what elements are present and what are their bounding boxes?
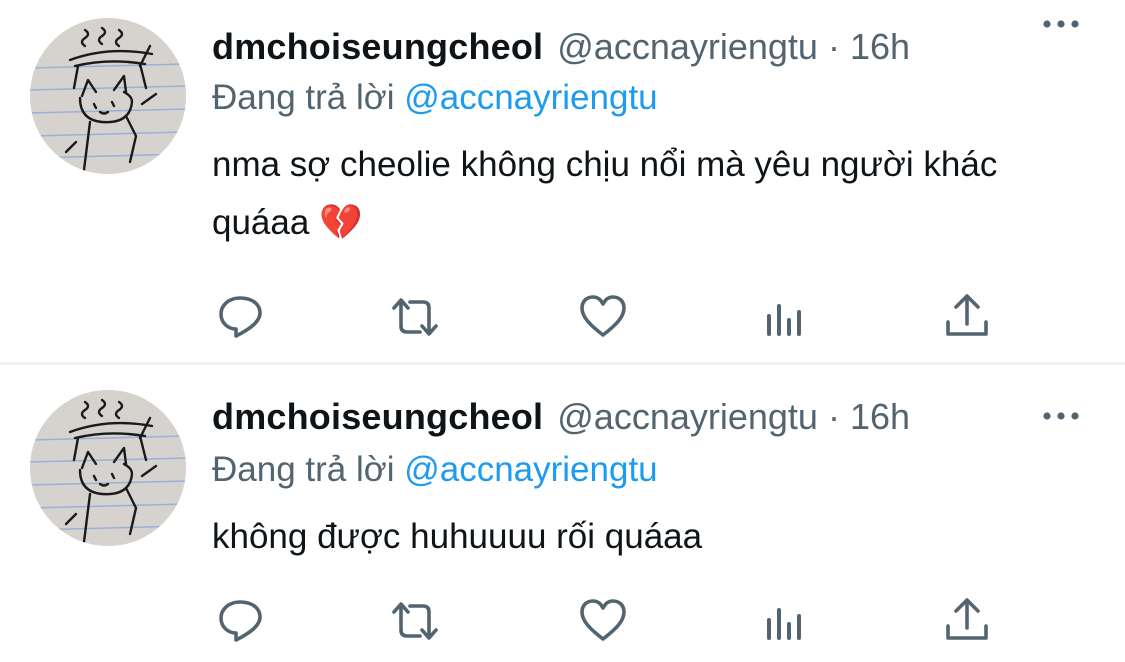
views-button[interactable]: [762, 292, 812, 342]
display-name[interactable]: dmchoiseungcheol: [212, 26, 543, 68]
timestamp[interactable]: 16h: [850, 396, 910, 438]
more-horizontal-icon: [1041, 412, 1081, 430]
user-handle[interactable]: @accnayriengtu: [557, 26, 818, 68]
tweet-item[interactable]: dmchoiseungcheol @accnayriengtu · 16h Đa…: [0, 0, 1125, 362]
analytics-icon: [762, 292, 812, 342]
retweet-button[interactable]: [390, 596, 440, 646]
replying-to-label: Đang trả lời: [212, 450, 395, 489]
tweet-text: không được huhuuuu rối quáaa: [212, 517, 703, 556]
heart-icon: [578, 596, 628, 646]
tweet-action-bar: [212, 292, 1002, 342]
tweet-header: dmchoiseungcheol @accnayriengtu · 16h: [212, 392, 1125, 442]
separator-dot: ·: [827, 396, 840, 437]
share-icon: [942, 596, 992, 646]
share-button[interactable]: [942, 292, 992, 342]
retweet-button[interactable]: [390, 292, 440, 342]
reply-button[interactable]: [216, 596, 266, 646]
replying-to-line: Đang trả lời @accnayriengtu: [212, 78, 658, 118]
timestamp[interactable]: 16h: [850, 26, 910, 68]
reply-icon: [216, 292, 266, 342]
share-icon: [942, 292, 992, 342]
tweet-divider: [0, 362, 1125, 365]
display-name[interactable]: dmchoiseungcheol: [212, 396, 543, 438]
tweet-header: dmchoiseungcheol @accnayriengtu · 16h: [212, 22, 1125, 72]
tweet-action-bar: [212, 596, 1002, 646]
reply-mention-link[interactable]: @accnayriengtu: [404, 78, 657, 117]
retweet-icon: [390, 292, 440, 342]
replying-to-label: Đang trả lời: [212, 78, 395, 117]
more-horizontal-icon: [1041, 20, 1081, 38]
more-options-button[interactable]: [1041, 406, 1081, 426]
like-button[interactable]: [578, 292, 628, 342]
share-button[interactable]: [942, 596, 992, 646]
separator-dot: ·: [827, 26, 840, 67]
user-handle[interactable]: @accnayriengtu: [557, 396, 818, 438]
reply-mention-link[interactable]: @accnayriengtu: [404, 450, 657, 489]
reply-button[interactable]: [216, 292, 266, 342]
analytics-icon: [762, 596, 812, 646]
avatar[interactable]: [30, 18, 186, 174]
tweet-text: nma sợ cheolie không chịu nổi mà yêu ngư…: [212, 145, 998, 242]
reply-icon: [216, 596, 266, 646]
retweet-icon: [390, 596, 440, 646]
like-button[interactable]: [578, 596, 628, 646]
views-button[interactable]: [762, 596, 812, 646]
more-options-button[interactable]: [1041, 14, 1081, 34]
avatar[interactable]: [30, 390, 186, 546]
replying-to-line: Đang trả lời @accnayriengtu: [212, 450, 658, 490]
heart-icon: [578, 292, 628, 342]
tweet-item[interactable]: dmchoiseungcheol @accnayriengtu · 16h Đa…: [0, 366, 1125, 662]
